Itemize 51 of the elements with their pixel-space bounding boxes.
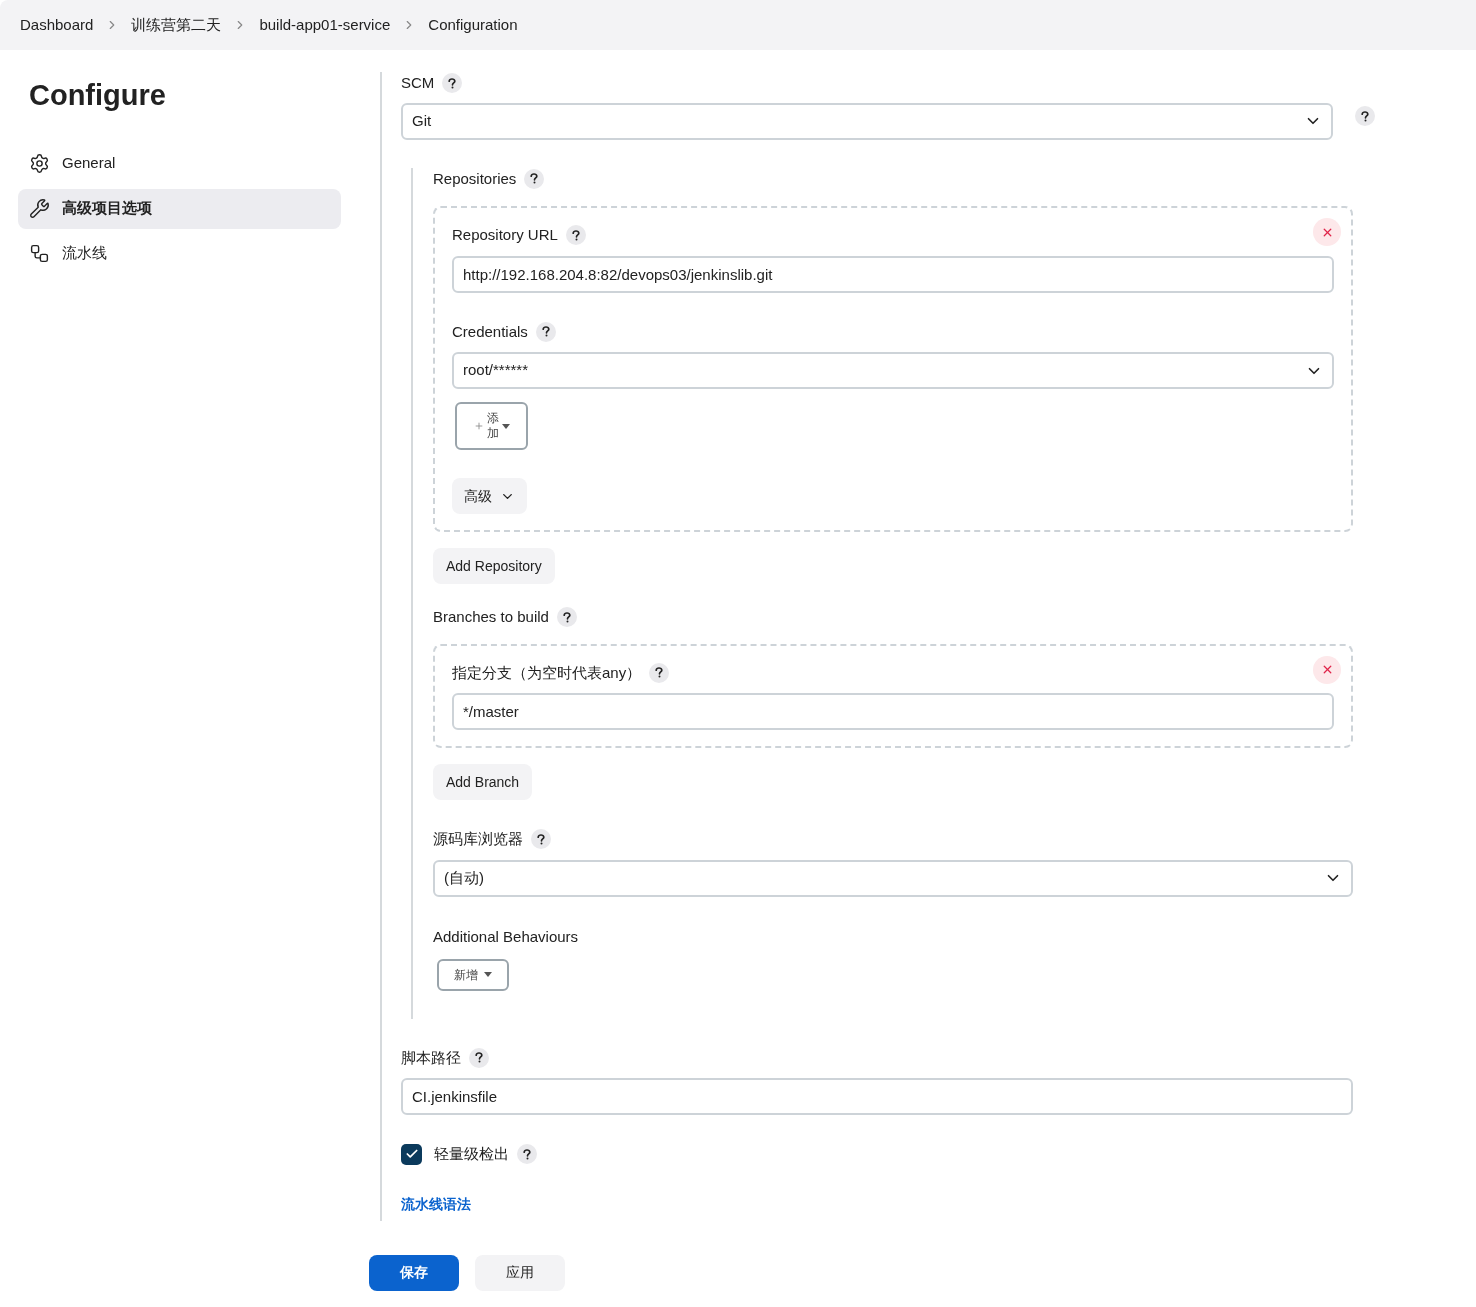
- add-branch-button[interactable]: Add Branch: [433, 764, 533, 800]
- help-icon[interactable]: [469, 1047, 489, 1068]
- breadcrumb-link[interactable]: 训练营第二天: [131, 13, 222, 37]
- caret-icon: [501, 423, 510, 429]
- field-label: SCM: [401, 73, 435, 93]
- field-label: 指定分支（为空时代表any）: [452, 662, 642, 683]
- section-label: Additional Behaviours: [433, 927, 579, 945]
- page-title: Configure: [28, 78, 167, 113]
- caret-icon: [484, 972, 492, 977]
- apply-button[interactable]: 应用: [475, 1254, 565, 1291]
- gear-icon: [29, 153, 50, 174]
- help-icon[interactable]: [649, 662, 670, 683]
- url-field[interactable]: http://192.168.204.8:82/devops03/jenkinslib.git: [452, 255, 1334, 293]
- pipeline-icon: [29, 243, 50, 264]
- scm-select[interactable]: Git: [401, 102, 1333, 140]
- help-icon[interactable]: [1355, 106, 1375, 126]
- field-label: 脚本路径: [401, 1047, 461, 1068]
- field-label: 源码库浏览器: [433, 829, 523, 849]
- help-icon[interactable]: [531, 829, 551, 850]
- help-icon[interactable]: [556, 607, 577, 628]
- add-behaviour-button[interactable]: 新增: [437, 958, 509, 991]
- breadcrumb-link[interactable]: Configuration: [428, 13, 518, 37]
- help-icon[interactable]: [517, 1144, 537, 1165]
- field-label: Repository URL: [452, 225, 558, 245]
- checkbox[interactable]: [401, 1143, 422, 1165]
- plus-icon: [473, 421, 484, 431]
- delete-button[interactable]: [1313, 655, 1341, 684]
- section-label: Branches to build: [433, 607, 549, 627]
- advanced-button[interactable]: 高级: [452, 478, 527, 514]
- sidebar-item[interactable]: General: [18, 143, 341, 184]
- syntax-link[interactable]: 流水线语法: [401, 1193, 1375, 1215]
- breadcrumb-link[interactable]: build-app01-service: [259, 13, 391, 37]
- add-repository-button[interactable]: Add Repository: [433, 548, 555, 584]
- delete-button[interactable]: [1313, 218, 1341, 246]
- checkbox-label: 轻量级检出: [434, 1144, 509, 1164]
- sidebar-item[interactable]: 流水线: [18, 233, 341, 274]
- add-button[interactable]: 添加: [455, 402, 528, 450]
- branch-field[interactable]: */master: [452, 693, 1334, 730]
- help-icon[interactable]: [565, 225, 586, 246]
- help-icon[interactable]: [442, 73, 463, 94]
- credentials-select[interactable]: root/******: [452, 352, 1334, 389]
- script-path-field[interactable]: CI.jenkinsfile: [401, 1078, 1353, 1115]
- help-icon[interactable]: [535, 321, 556, 342]
- field-label: Credentials: [452, 321, 528, 342]
- sidebar-item[interactable]: 高级项目选项: [18, 188, 341, 229]
- save-button[interactable]: 保存: [369, 1254, 459, 1291]
- breadcrumb-link[interactable]: Dashboard: [20, 13, 94, 37]
- section-label: Repositories: [433, 168, 517, 189]
- help-icon[interactable]: [524, 168, 545, 189]
- browser-select[interactable]: (自动): [433, 859, 1353, 897]
- wrench-icon: [29, 198, 50, 219]
